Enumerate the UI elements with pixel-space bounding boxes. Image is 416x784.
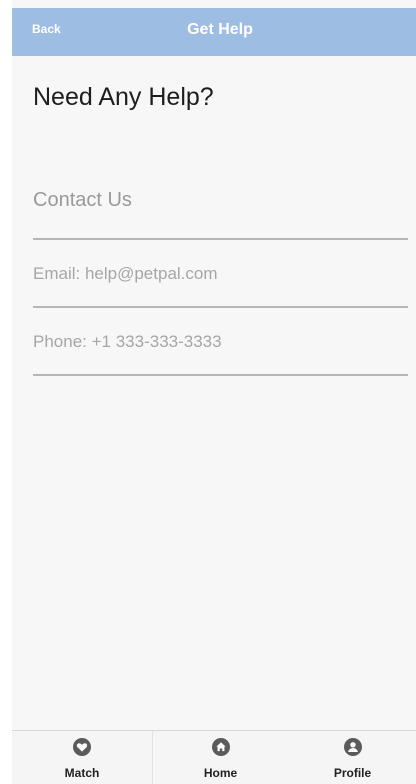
header-title: Get Help	[187, 21, 253, 38]
nav-header: Back Get Help	[12, 8, 416, 56]
contact-us-label: Contact Us	[33, 189, 132, 211]
tab-label: Home	[203, 766, 238, 780]
divider	[33, 238, 408, 240]
person-icon	[343, 738, 362, 756]
email-info: Email: help@petpal.com	[33, 264, 218, 283]
tab-label: Profile	[333, 766, 372, 780]
tab-label: Match	[64, 766, 100, 780]
page-title: Need Any Help?	[33, 83, 214, 111]
phone-info: Phone: +1 333-333-3333	[33, 332, 222, 351]
divider	[33, 374, 408, 376]
divider	[33, 306, 408, 308]
heart-icon	[73, 738, 91, 756]
bottom-tab-bar: Match Home Profile	[12, 730, 416, 784]
home-icon	[211, 738, 230, 756]
app-screen: Back Get Help Need Any Help? Contact Us …	[12, 0, 416, 784]
tab-match[interactable]: Match	[12, 731, 153, 784]
tab-home[interactable]: Home	[153, 731, 288, 784]
tab-profile[interactable]: Profile	[289, 731, 416, 784]
